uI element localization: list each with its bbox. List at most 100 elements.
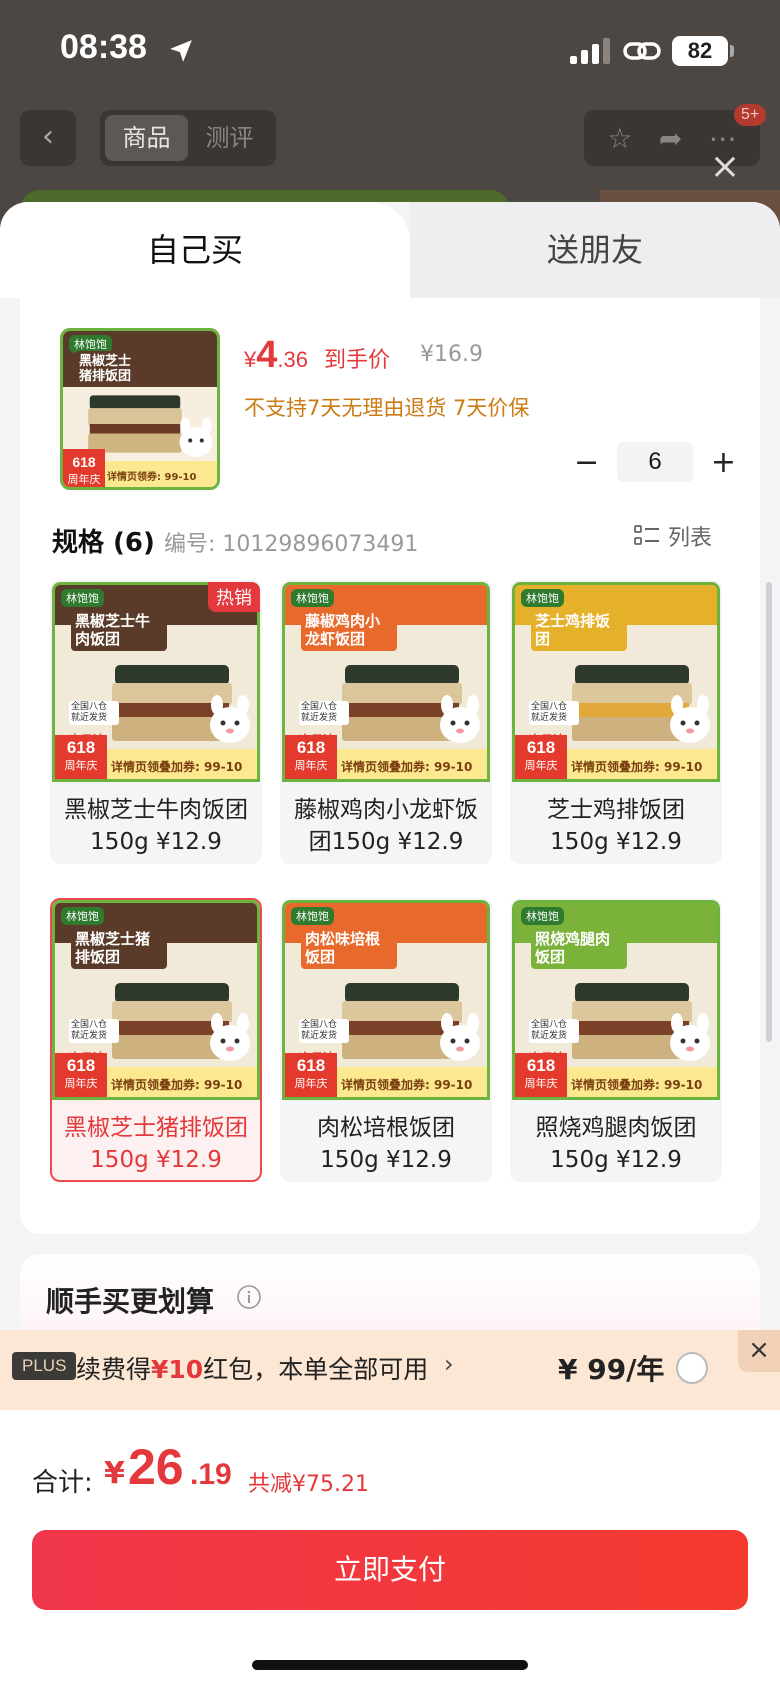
badge-618: 618 周年庆 — [55, 735, 107, 779]
nav-tabs: 商品 测评 — [100, 110, 276, 166]
checkout-footer: 合计: ¥ 26 .19 共减¥75.21 立即支付 — [0, 1410, 780, 1688]
back-button[interactable]: ‹ — [20, 110, 76, 166]
brand-logo: 林饱饱 — [291, 589, 334, 607]
sku-name: 黑椒芝士猪排饭团150g ¥12.9 — [64, 1115, 248, 1173]
status-time: 08:38 — [60, 28, 147, 66]
sku-name: 藤椒鸡肉小龙虾饭团150g ¥12.9 — [294, 797, 478, 855]
sku-card: 林饱饱 黑椒芝士猪排饭团 618 周年庆 详情页领券: 99-10 ¥4.36 到… — [20, 298, 760, 1234]
sku-coupon-text: 详情页领叠加券: 99-10 — [341, 1078, 473, 1092]
message-badge: 5+ — [734, 104, 767, 126]
final-price: ¥4.36 — [244, 334, 308, 376]
sku-image-title: 藤椒鸡肉小龙虾饭团 — [301, 609, 397, 651]
badge-618: 618 周年庆 — [515, 1053, 567, 1097]
tab-self-buy[interactable]: 自己买 — [0, 202, 390, 298]
info-icon[interactable] — [236, 1284, 262, 1310]
chevron-right-icon: › — [444, 1350, 454, 1378]
total-amount: 26 — [128, 1439, 184, 1495]
total-currency: ¥ — [104, 1456, 125, 1491]
brand-logo: 林饱饱 — [61, 589, 104, 607]
badge-618: 618 周年庆 — [63, 449, 105, 487]
sku-coupon-text: 详情页领叠加券: 99-10 — [341, 760, 473, 774]
tab-gift-friend[interactable]: 送朋友 — [410, 202, 780, 298]
sku-name: 照烧鸡腿肉饭团150g ¥12.9 — [535, 1115, 697, 1173]
mascot-icon — [210, 1013, 250, 1061]
sku-image-title: 芝士鸡排饭团 — [531, 609, 627, 651]
signal-icon — [570, 38, 610, 64]
increment-button[interactable]: + — [707, 445, 740, 480]
total-decimal: .19 — [190, 1458, 232, 1491]
quantity-input[interactable]: 6 — [617, 442, 693, 482]
spec-title: 规格 (6) — [52, 528, 155, 558]
sku-option[interactable]: 林饱饱 黑椒芝士猪排饭团 全国八仓 就近发货 次日达 618周年庆 详情页领叠加… — [50, 898, 262, 1182]
home-indicator — [252, 1660, 528, 1670]
sku-image-title: 黑椒芝士牛肉饭团 — [71, 609, 167, 651]
list-view-toggle[interactable]: 列表 — [634, 520, 712, 552]
thumb-coupon: 详情页领券: 99-10 — [107, 472, 197, 483]
brand-logo: 林饱饱 — [291, 907, 334, 925]
plus-radio[interactable] — [676, 1352, 708, 1384]
badge-618: 618 周年庆 — [515, 735, 567, 779]
plus-membership-bar[interactable]: PLUS 续费得¥10红包，本单全部可用 › ¥ 99/年 × — [0, 1330, 780, 1410]
sku-image: 林饱饱 藤椒鸡肉小龙虾饭团 全国八仓 就近发货 次日达 618周年庆 详情页领叠… — [282, 582, 490, 782]
mascot-icon — [440, 695, 480, 743]
total-label: 合计: — [32, 1468, 93, 1498]
quantity-stepper: − 6 + — [570, 442, 740, 482]
upsell-title: 顺手买更划算 — [46, 1285, 215, 1318]
brand-logo: 林饱饱 — [61, 907, 104, 925]
star-icon[interactable]: ☆ — [607, 122, 632, 155]
sku-coupon-text: 详情页领叠加券: 99-10 — [111, 1078, 243, 1092]
sku-image: 林饱饱 芝士鸡排饭团 全国八仓 就近发货 次日达 618周年庆 详情页领叠加券:… — [512, 582, 720, 782]
badge-618: 618 周年庆 — [285, 1053, 337, 1097]
brand-logo: 林饱饱 — [521, 907, 564, 925]
sku-option[interactable]: 林饱饱 肉松味培根饭团 全国八仓 就近发货 次日达 618周年庆 详情页领叠加券… — [280, 898, 492, 1182]
share-icon[interactable]: ➦ — [659, 122, 682, 155]
badge-618: 618 周年庆 — [55, 1053, 107, 1097]
discount-total: 共减¥75.21 — [248, 1472, 369, 1497]
mascot-icon — [210, 695, 250, 743]
decrement-button[interactable]: − — [570, 445, 603, 480]
plus-price: ¥ 99/年 — [558, 1353, 665, 1386]
sku-name: 黑椒芝士牛肉饭团150g ¥12.9 — [64, 797, 248, 855]
mascot-icon — [440, 1013, 480, 1061]
sku-option[interactable]: 林饱饱 芝士鸡排饭团 全国八仓 就近发货 次日达 618周年庆 详情页领叠加券:… — [510, 580, 722, 864]
battery-indicator: 82 — [672, 36, 728, 66]
thumb-title: 黑椒芝士猪排饭团 — [75, 351, 145, 387]
product-code: 编号: 10129896073491 — [164, 532, 419, 557]
pay-now-button[interactable]: 立即支付 — [32, 1530, 748, 1610]
sku-image-title: 肉松味培根饭团 — [301, 927, 397, 969]
final-price-label: 到手价 — [324, 348, 391, 373]
brand-logo: 林饱饱 — [521, 589, 564, 607]
plus-badge: PLUS — [12, 1352, 77, 1380]
link-icon — [623, 42, 661, 60]
list-label: 列表 — [668, 526, 713, 551]
sku-image: 林饱饱 照烧鸡腿肉饭团 全国八仓 就近发货 次日达 618周年庆 详情页领叠加券… — [512, 900, 720, 1100]
sku-name: 芝士鸡排饭团150g ¥12.9 — [547, 797, 685, 855]
sheet-tabs: 送朋友 自己买 — [0, 202, 780, 298]
mascot-icon — [670, 1013, 710, 1061]
sku-image: 林饱饱 肉松味培根饭团 全国八仓 就近发货 次日达 618周年庆 详情页领叠加券… — [282, 900, 490, 1100]
warehouse-tag: 全国八仓 就近发货 — [69, 1019, 119, 1043]
close-sheet-button[interactable]: × — [708, 149, 742, 186]
sku-coupon-text: 详情页领叠加券: 99-10 — [111, 760, 243, 774]
scrollbar[interactable] — [766, 582, 772, 1042]
sku-image: 林饱饱 黑椒芝士猪排饭团 全国八仓 就近发货 次日达 618周年庆 详情页领叠加… — [52, 900, 260, 1100]
warehouse-tag: 全国八仓 就近发货 — [529, 701, 579, 725]
sku-option[interactable]: 林饱饱 藤椒鸡肉小龙虾饭团 全国八仓 就近发货 次日达 618周年庆 详情页领叠… — [280, 580, 492, 864]
warehouse-tag: 全国八仓 就近发货 — [299, 701, 349, 725]
battery-tip — [730, 45, 734, 57]
plus-offer-text: 续费得¥10红包，本单全部可用 — [76, 1355, 429, 1384]
sku-image-title: 照烧鸡腿肉饭团 — [531, 927, 627, 969]
sku-option[interactable]: 林饱饱 黑椒芝士牛肉饭团 全国八仓 就近发货 次日达 618周年庆 详情页领叠加… — [50, 580, 262, 864]
warehouse-tag: 全国八仓 就近发货 — [529, 1019, 579, 1043]
sku-option[interactable]: 林饱饱 照烧鸡腿肉饭团 全国八仓 就近发货 次日达 618周年庆 详情页领叠加券… — [510, 898, 722, 1182]
location-arrow-icon — [170, 40, 192, 62]
original-price: ¥16.9 — [420, 342, 483, 367]
hot-sale-tag: 热销 — [208, 582, 260, 612]
tab-product[interactable]: 商品 — [105, 115, 188, 161]
status-bar: 08:38 82 — [0, 0, 780, 100]
close-plus-button[interactable]: × — [738, 1330, 780, 1372]
warehouse-tag: 全国八仓 就近发货 — [69, 701, 119, 725]
sku-image: 林饱饱 黑椒芝士牛肉饭团 全国八仓 就近发货 次日达 618周年庆 详情页领叠加… — [52, 582, 260, 782]
tab-review[interactable]: 测评 — [188, 115, 271, 161]
return-policy: 不支持7天无理由退货 7天价保 — [244, 396, 530, 420]
